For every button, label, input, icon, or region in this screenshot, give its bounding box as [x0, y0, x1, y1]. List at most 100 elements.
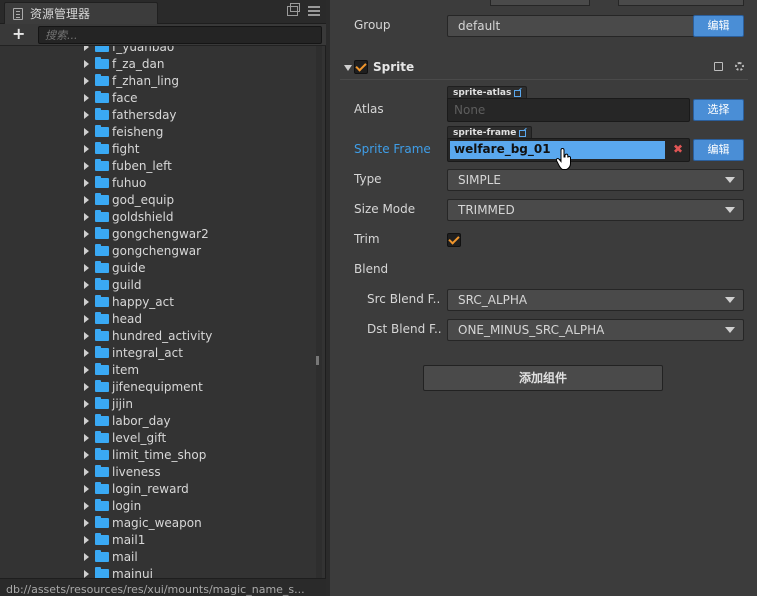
asset-folder-item[interactable]: login_reward — [84, 480, 189, 497]
asset-folder-item[interactable]: jijin — [84, 395, 133, 412]
expand-arrow-icon[interactable] — [84, 110, 89, 119]
expand-arrow-icon[interactable] — [84, 144, 89, 153]
asset-folder-item[interactable]: gongchengwar2 — [84, 225, 209, 242]
expand-arrow-icon[interactable] — [84, 46, 89, 51]
expand-arrow-icon[interactable] — [84, 535, 89, 544]
add-asset-button[interactable]: + — [12, 25, 25, 43]
sprite-section-header[interactable]: Sprite — [340, 56, 748, 80]
external-link-icon[interactable] — [519, 130, 527, 137]
atlas-select-button[interactable]: 选择 — [693, 99, 744, 121]
expand-arrow-icon[interactable] — [84, 484, 89, 493]
asset-folder-item[interactable]: item — [84, 361, 139, 378]
asset-folder-item[interactable]: gongchengwar — [84, 242, 201, 259]
expand-arrow-icon[interactable] — [84, 127, 89, 136]
asset-folder-item[interactable]: mainui — [84, 565, 153, 578]
asset-folder-item[interactable]: face — [84, 89, 138, 106]
asset-folder-item[interactable]: guild — [84, 276, 142, 293]
folder-icon — [95, 311, 109, 324]
expand-arrow-icon[interactable] — [84, 365, 89, 374]
asset-folder-item[interactable]: guide — [84, 259, 146, 276]
asset-folder-item[interactable]: fight — [84, 140, 140, 157]
asset-folder-item[interactable]: login — [84, 497, 141, 514]
asset-folder-item[interactable]: hundred_activity — [84, 327, 212, 344]
asset-folder-item[interactable]: liveness — [84, 463, 161, 480]
asset-tree-scroll-thumb[interactable] — [316, 356, 319, 365]
folder-icon — [95, 192, 109, 205]
expand-arrow-icon[interactable] — [84, 552, 89, 561]
expand-arrow-icon[interactable] — [84, 569, 89, 578]
asset-folder-item[interactable]: magic_weapon — [84, 514, 202, 531]
expand-arrow-icon[interactable] — [84, 161, 89, 170]
expand-arrow-icon[interactable] — [84, 195, 89, 204]
asset-folder-item[interactable]: f_za_dan — [84, 55, 164, 72]
gear-icon[interactable] — [735, 62, 744, 71]
asset-folder-item[interactable]: labor_day — [84, 412, 171, 429]
expand-arrow-icon[interactable] — [84, 59, 89, 68]
panel-menu-icon[interactable] — [308, 6, 320, 16]
asset-folder-item[interactable]: mail1 — [84, 531, 145, 548]
sprite-frame-edit-button[interactable]: 编辑 — [693, 139, 744, 161]
expand-arrow-icon[interactable] — [84, 263, 89, 272]
asset-search-input[interactable] — [38, 26, 322, 44]
expand-arrow-icon[interactable] — [84, 467, 89, 476]
expand-arrow-icon[interactable] — [84, 314, 89, 323]
assets-tab-title: 资源管理器 — [30, 7, 91, 21]
expand-arrow-icon[interactable] — [84, 450, 89, 459]
expand-arrow-icon[interactable] — [84, 229, 89, 238]
top-cropped-field-1[interactable] — [490, 0, 590, 6]
expand-arrow-icon[interactable] — [84, 76, 89, 85]
atlas-field[interactable]: None — [447, 98, 690, 122]
asset-folder-item[interactable]: f_yuanbao — [84, 46, 174, 55]
restore-window-icon[interactable] — [287, 3, 300, 16]
expand-arrow-icon[interactable] — [84, 178, 89, 187]
asset-folder-item[interactable]: f_zhan_ling — [84, 72, 179, 89]
asset-folder-item[interactable]: integral_act — [84, 344, 183, 361]
folder-label: gongchengwar2 — [112, 226, 209, 241]
expand-arrow-icon[interactable] — [84, 433, 89, 442]
type-select[interactable]: SIMPLE — [447, 169, 744, 191]
expand-arrow-icon[interactable] — [84, 399, 89, 408]
asset-folder-item[interactable]: feisheng — [84, 123, 163, 140]
expand-arrow-icon[interactable] — [84, 93, 89, 102]
expand-arrow-icon[interactable] — [84, 212, 89, 221]
asset-folder-item[interactable]: head — [84, 310, 142, 327]
expand-arrow-icon[interactable] — [84, 246, 89, 255]
expand-arrow-icon[interactable] — [84, 501, 89, 510]
asset-folder-item[interactable]: fuben_left — [84, 157, 172, 174]
folder-icon — [95, 90, 109, 103]
asset-folder-item[interactable]: happy_act — [84, 293, 174, 310]
size-mode-select[interactable]: TRIMMED — [447, 199, 744, 221]
asset-folder-item[interactable]: limit_time_shop — [84, 446, 206, 463]
expand-arrow-icon[interactable] — [84, 280, 89, 289]
sprite-enabled-checkbox[interactable] — [354, 60, 368, 74]
asset-tree-scrollbar[interactable] — [316, 46, 322, 578]
group-edit-button[interactable]: 编辑 — [693, 15, 744, 37]
collapse-caret-icon[interactable] — [344, 65, 352, 71]
asset-folder-item[interactable]: fathersday — [84, 106, 177, 123]
chevron-down-icon — [725, 327, 735, 333]
dst-blend-select[interactable]: ONE_MINUS_SRC_ALPHA — [447, 319, 744, 341]
expand-arrow-icon[interactable] — [84, 297, 89, 306]
expand-arrow-icon[interactable] — [84, 382, 89, 391]
trim-checkbox[interactable] — [447, 233, 461, 247]
external-link-icon[interactable] — [514, 90, 522, 97]
expand-arrow-icon[interactable] — [84, 518, 89, 527]
asset-folder-item[interactable]: level_gift — [84, 429, 166, 446]
clear-x-icon[interactable]: ✖ — [673, 142, 683, 156]
src-blend-select[interactable]: SRC_ALPHA — [447, 289, 744, 311]
asset-folder-item[interactable]: goldshield — [84, 208, 173, 225]
help-book-icon[interactable] — [714, 62, 723, 71]
folder-label: login_reward — [112, 481, 189, 496]
asset-folder-item[interactable]: god_equip — [84, 191, 174, 208]
asset-folder-item[interactable]: jifenequipment — [84, 378, 203, 395]
add-component-button[interactable]: 添加组件 — [423, 365, 663, 391]
expand-arrow-icon[interactable] — [84, 416, 89, 425]
folder-icon — [95, 73, 109, 86]
asset-folder-item[interactable]: mail — [84, 548, 138, 565]
expand-arrow-icon[interactable] — [84, 348, 89, 357]
assets-tab[interactable]: 资源管理器 — [4, 2, 158, 24]
folder-label: limit_time_shop — [112, 447, 207, 462]
asset-folder-item[interactable]: fuhuo — [84, 174, 146, 191]
top-cropped-field-2[interactable] — [618, 0, 744, 6]
expand-arrow-icon[interactable] — [84, 331, 89, 340]
